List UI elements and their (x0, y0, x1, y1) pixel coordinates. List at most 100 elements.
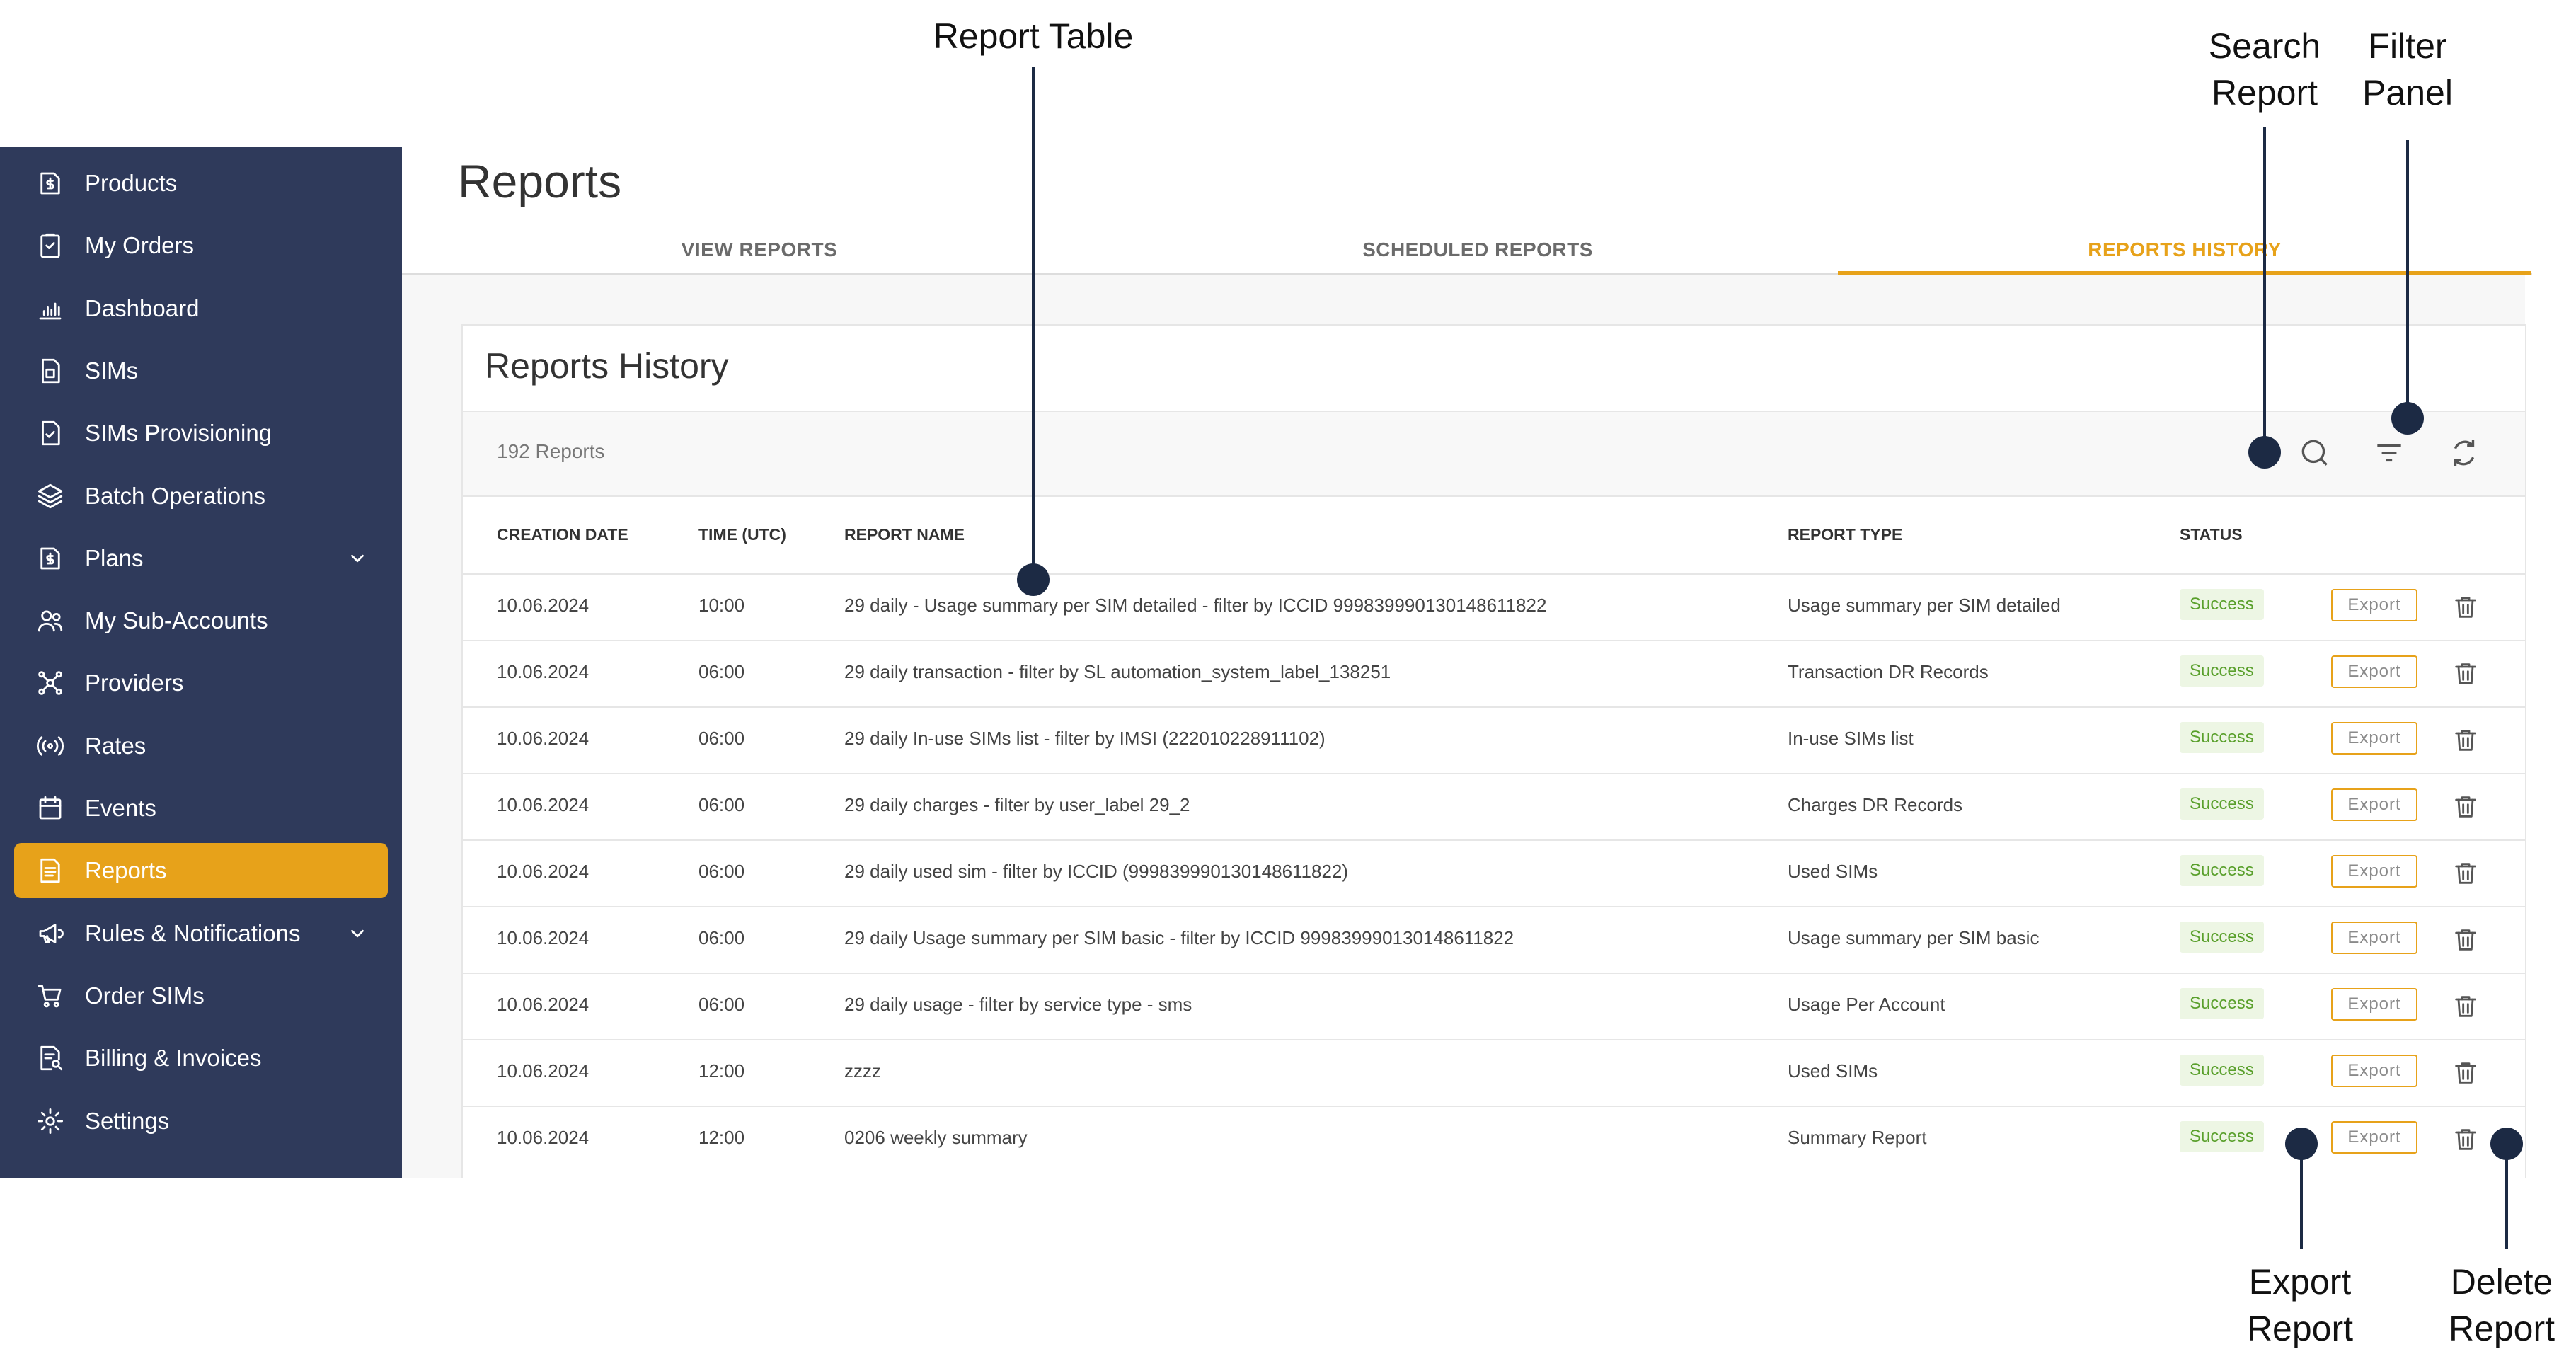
cell-report-name: zzzz (844, 1060, 881, 1082)
cell-creation-date: 10.06.2024 (497, 794, 590, 815)
trash-icon[interactable] (2451, 992, 2480, 1021)
table-row[interactable]: 10.06.2024 06:00 29 daily transaction - fi… (463, 640, 2525, 706)
column-header-creation-date[interactable]: CREATION DATE (497, 525, 628, 544)
table-row[interactable]: 10.06.2024 06:00 29 daily usage - filter b… (463, 973, 2525, 1039)
export-button[interactable]: Export (2331, 722, 2417, 755)
annotation-label: Export (2248, 1262, 2352, 1302)
trash-icon[interactable] (2451, 859, 2480, 888)
trash-icon[interactable] (2451, 1059, 2480, 1087)
layers-icon (34, 480, 67, 512)
trash-icon[interactable] (2451, 926, 2480, 954)
export-button[interactable]: Export (2331, 1121, 2417, 1154)
cell-report-type: Charges DR Records (1788, 794, 1963, 815)
export-button[interactable]: Export (2331, 922, 2417, 954)
sidebar-item-sims-provisioning[interactable]: SIMs Provisioning (14, 406, 388, 461)
gear-icon (34, 1105, 67, 1137)
refresh-icon[interactable] (2446, 435, 2482, 471)
search-icon[interactable] (2297, 435, 2333, 471)
column-header-report-name[interactable]: REPORT NAME (844, 525, 965, 544)
trash-icon[interactable] (2451, 1125, 2480, 1154)
cell-time: 12:00 (698, 1060, 745, 1082)
invoice-search-icon (34, 1042, 67, 1074)
tab-scheduled-reports[interactable]: SCHEDULED REPORTS (1117, 225, 1839, 275)
trash-icon[interactable] (2451, 726, 2480, 755)
cell-report-type: Summary Report (1788, 1127, 1927, 1148)
table-row[interactable]: 10.06.2024 06:00 29 daily In-use SIMs list… (463, 706, 2525, 773)
sidebar-item-settings[interactable]: Settings (14, 1094, 388, 1149)
cell-time: 06:00 (698, 927, 745, 948)
cell-report-name: 29 daily - Usage summary per SIM detaile… (844, 595, 1547, 616)
export-button[interactable]: Export (2331, 988, 2417, 1021)
cell-creation-date: 10.06.2024 (497, 595, 590, 616)
sidebar-item-label: Providers (85, 670, 184, 696)
sidebar-item-order-sims[interactable]: Order SIMs (14, 968, 388, 1023)
sidebar-item-products[interactable]: Products (14, 156, 388, 211)
tab-view-reports[interactable]: VIEW REPORTS (402, 225, 1117, 275)
sidebar-item-events[interactable]: Events (14, 781, 388, 836)
cell-creation-date: 10.06.2024 (497, 927, 590, 948)
sidebar-item-dashboard[interactable]: Dashboard (14, 281, 388, 336)
sidebar-item-label: Products (85, 170, 178, 196)
tab-reports-history[interactable]: REPORTS HISTORY (1838, 225, 2531, 275)
sidebar-item-rates[interactable]: Rates (14, 718, 388, 774)
sidebar-item-sims[interactable]: SIMs (14, 343, 388, 398)
trash-icon[interactable] (2451, 660, 2480, 688)
report-count: 192 Reports (497, 440, 605, 462)
sidebar-item-my-sub-accounts[interactable]: My Sub-Accounts (14, 593, 388, 648)
chevron-down-icon[interactable] (347, 548, 368, 569)
trash-icon[interactable] (2451, 793, 2480, 821)
chevron-down-icon[interactable] (347, 923, 368, 944)
table-row[interactable]: 10.06.2024 12:00 zzzz Used SIMs Success Expor… (463, 1039, 2525, 1106)
cell-time: 06:00 (698, 794, 745, 815)
megaphone-icon (34, 917, 67, 950)
sidebar-item-label: Rules & Notifications (85, 919, 301, 946)
dollar-document-icon (34, 167, 67, 200)
column-header-status[interactable]: STATUS (2180, 525, 2243, 544)
table-row[interactable]: 10.06.2024 06:00 29 daily Usage summary pe… (463, 906, 2525, 973)
cell-report-type: Used SIMs (1788, 1060, 1878, 1082)
annotation-pointer (2406, 140, 2409, 420)
cell-report-name: 29 daily transaction - filter by SL auto… (844, 661, 1391, 682)
table-row[interactable]: 10.06.2024 12:00 0206 weekly summary Summar… (463, 1106, 2525, 1172)
column-header-time[interactable]: TIME (UTC) (698, 525, 786, 544)
sim-check-icon (34, 417, 67, 449)
table-row[interactable]: 10.06.2024 06:00 29 daily charges - filter… (463, 773, 2525, 839)
network-icon (34, 667, 67, 699)
sidebar-item-label: Batch Operations (85, 482, 265, 509)
cell-report-type: Usage summary per SIM detailed (1788, 595, 2061, 616)
export-button[interactable]: Export (2331, 589, 2417, 621)
annotation-pointer (2300, 1143, 2303, 1249)
sidebar-item-providers[interactable]: Providers (14, 655, 388, 711)
cell-creation-date: 10.06.2024 (497, 1127, 590, 1148)
sidebar-item-reports[interactable]: Reports (14, 843, 388, 899)
cell-creation-date: 10.06.2024 (497, 661, 590, 682)
sidebar-item-billing-invoices[interactable]: Billing & Invoices (14, 1031, 388, 1086)
cell-time: 06:00 (698, 994, 745, 1015)
filter-icon[interactable] (2371, 435, 2407, 471)
sidebar-item-batch-operations[interactable]: Batch Operations (14, 469, 388, 524)
trash-icon[interactable] (2451, 593, 2480, 621)
sidebar-item-label: Dashboard (85, 294, 200, 321)
sidebar-item-label: My Orders (85, 232, 195, 259)
export-button[interactable]: Export (2331, 788, 2417, 821)
sidebar-item-my-orders[interactable]: My Orders (14, 218, 388, 273)
sidebar-item-plans[interactable]: Plans (14, 531, 388, 586)
export-button[interactable]: Export (2331, 655, 2417, 688)
export-button[interactable]: Export (2331, 1055, 2417, 1087)
cell-creation-date: 10.06.2024 (497, 1060, 590, 1082)
sidebar-item-label: My Sub-Accounts (85, 607, 268, 634)
cell-report-name: 29 daily charges - filter by user_label … (844, 794, 1190, 815)
sidebar-item-label: SIMs Provisioning (85, 420, 272, 447)
cell-report-name: 29 daily Usage summary per SIM basic - f… (844, 927, 1514, 948)
table-row[interactable]: 10.06.2024 10:00 29 daily - Usage summary … (463, 573, 2525, 640)
export-button[interactable]: Export (2331, 855, 2417, 888)
report-icon (34, 854, 67, 887)
column-header-report-type[interactable]: REPORT TYPE (1788, 525, 1902, 544)
card-toolbar (463, 411, 2525, 497)
table-row[interactable]: 10.06.2024 06:00 29 daily used sim - filte… (463, 839, 2525, 906)
annotation-marker (2248, 436, 2281, 469)
users-icon (34, 604, 67, 637)
sidebar-item-rules-notifications[interactable]: Rules & Notifications (14, 906, 388, 961)
calendar-icon (34, 792, 67, 825)
annotation-marker (2391, 402, 2424, 435)
